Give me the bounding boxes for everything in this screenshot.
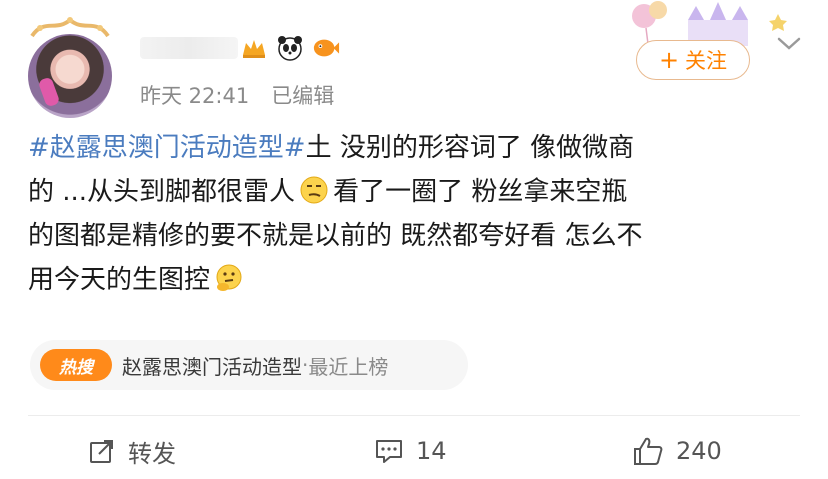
content-line-3: 的图都是精修的要不就是以前的 既然都夸好看 怎么不 (28, 214, 810, 258)
follow-label: 关注 (685, 49, 728, 73)
topic-hashtag-link[interactable]: #赵露思澳门活动造型# (28, 133, 306, 163)
crown-badge-icon (240, 34, 268, 62)
action-bar: 转发 14 240 (0, 428, 828, 474)
post-content: #赵露思澳门活动造型#土 没别的形容词了 像做微商 的 ...从头到脚都很雷人 看… (28, 126, 810, 302)
fish-badge-icon (312, 34, 340, 62)
comment-button[interactable]: 14 (374, 428, 447, 474)
actions-divider (28, 415, 800, 416)
avatar[interactable] (28, 34, 112, 118)
like-count: 240 (676, 437, 722, 465)
comment-count: 14 (416, 437, 447, 465)
vip-crown-icon (30, 17, 110, 38)
plus-icon: + (658, 46, 680, 74)
content-text-3: 的图都是精修的要不就是以前的 既然都夸好看 怎么不 (28, 221, 643, 251)
hot-search-badge: 热搜 (40, 349, 112, 381)
like-button[interactable]: 240 (632, 428, 722, 474)
comment-icon (376, 440, 402, 463)
content-line-4: 用今天的生图控 (28, 258, 810, 302)
content-line-1: #赵露思澳门活动造型#土 没别的形容词了 像做微商 (28, 126, 810, 170)
content-line-2: 的 ...从头到脚都很雷人 看了一圈了 粉丝拿来空瓶 (28, 170, 810, 214)
topic-status: 最近上榜 (308, 354, 389, 379)
hot-search-topic-chip[interactable]: 热搜 赵露思澳门活动造型 · 最近上榜 (30, 340, 468, 390)
chevron-down-icon[interactable] (776, 34, 802, 52)
panda-badge-icon (276, 34, 304, 62)
content-text-2b: 看了一圈了 粉丝拿来空瓶 (333, 177, 628, 207)
repost-icon (90, 440, 113, 463)
repost-button[interactable]: 转发 (88, 428, 176, 474)
topic-name: 赵露思澳门活动造型 (122, 354, 302, 379)
thinking-emoji-icon (216, 264, 242, 291)
edited-label[interactable]: 已编辑 (271, 80, 334, 110)
content-text-4: 用今天的生图控 (28, 265, 211, 295)
like-icon (634, 437, 663, 465)
post-time: 昨天 22:41 (140, 84, 250, 108)
user-badges (240, 34, 340, 62)
content-text-2a: 的 ...从头到脚都很雷人 (28, 177, 296, 207)
post-header: 昨天 22:41 已编辑 + 关注 (0, 0, 828, 120)
follow-button[interactable]: + 关注 (636, 40, 750, 80)
content-text-1: 土 没别的形容词了 像做微商 (305, 133, 635, 163)
post-meta: 昨天 22:41 已编辑 (140, 80, 334, 110)
username-blurred[interactable] (140, 37, 238, 59)
avatar-wrap[interactable] (22, 10, 118, 118)
smirk-emoji-icon (300, 176, 328, 204)
microphone-icon (37, 76, 61, 108)
repost-label: 转发 (128, 439, 176, 468)
